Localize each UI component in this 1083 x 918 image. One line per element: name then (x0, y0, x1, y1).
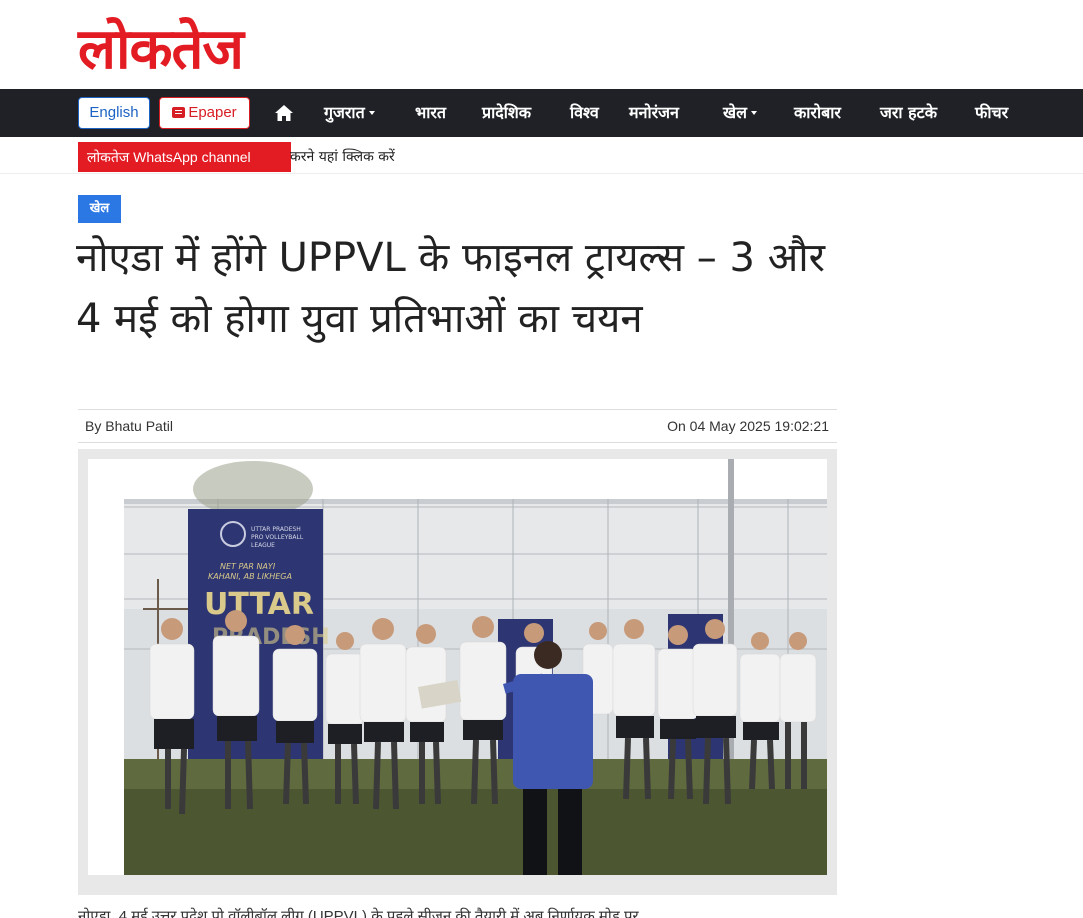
article-byline: By Bhatu Patil On 04 May 2025 19:02:21 (78, 409, 837, 443)
banner-line-1: UTTAR PRADESH (251, 526, 301, 533)
article-title: नोएडा में होंगे UPPVL के फाइनल ट्रायल्स … (76, 235, 825, 342)
article-body-start: नोएडा, 4 मई उत्तर प्रदेश प्रो वॉलीबॉल ली… (78, 908, 639, 918)
epaper-button[interactable]: Epaper (159, 97, 250, 129)
nav-label: कारोबार (794, 103, 841, 122)
article-image-frame: UTTAR PRADESH PRO VOLLEYBALL LEAGUE NET … (78, 449, 837, 895)
article-photo: UTTAR PRADESH PRO VOLLEYBALL LEAGUE NET … (88, 459, 827, 875)
banner-line-3: LEAGUE (251, 542, 275, 549)
nav-item-vishva[interactable]: विश्व (570, 89, 599, 137)
nav-item-jara-hatke[interactable]: जरा हटके (880, 89, 937, 137)
nav-label: गुजरात (324, 103, 365, 122)
nav-label: फीचर (975, 103, 1009, 122)
news-ticker: लोकतेज WhatsApp channel करने यहां क्लिक … (0, 140, 1083, 174)
whatsapp-channel-badge[interactable]: लोकतेज WhatsApp channel (78, 142, 291, 172)
epaper-label: Epaper (188, 104, 237, 121)
english-edition-button[interactable]: English (78, 97, 150, 129)
chevron-down-icon (750, 111, 757, 115)
nav-label: प्रादेशिक (482, 103, 532, 122)
newspaper-icon (172, 107, 186, 118)
publish-date: On 04 May 2025 19:02:21 (667, 418, 829, 434)
site-logo[interactable]: लोकतेज (78, 14, 244, 86)
banner-line-5: KAHANI, AB LIKHEGA (208, 572, 292, 581)
nav-label: भारत (415, 103, 447, 122)
nav-item-feature[interactable]: फीचर (975, 89, 1008, 137)
nav-label: जरा हटके (880, 103, 937, 122)
nav-item-manoranjan[interactable]: मनोरंजन (629, 89, 679, 137)
category-badge[interactable]: खेल (78, 195, 121, 223)
nav-label: मनोरंजन (629, 103, 679, 122)
banner-line-6: UTTAR (204, 587, 314, 622)
nav-item-karobar[interactable]: कारोबार (794, 89, 841, 137)
nav-item-bharat[interactable]: भारत (415, 89, 446, 137)
nav-item-gujarat[interactable]: गुजरात (324, 89, 375, 137)
nav-label: खेल (723, 103, 747, 122)
nav-item-khel[interactable]: खेल (723, 89, 757, 137)
chevron-down-icon (368, 111, 375, 115)
nav-label: विश्व (570, 103, 599, 122)
banner-line-4: NET PAR NAYI (220, 562, 276, 571)
ticker-text[interactable]: करने यहां क्लिक करें (290, 142, 395, 172)
banner-line-2: PRO VOLLEYBALL (251, 534, 304, 541)
home-icon[interactable] (274, 104, 294, 122)
nav-item-pradeshik[interactable]: प्रादेशिक (482, 89, 531, 137)
author-name[interactable]: By Bhatu Patil (85, 410, 173, 442)
